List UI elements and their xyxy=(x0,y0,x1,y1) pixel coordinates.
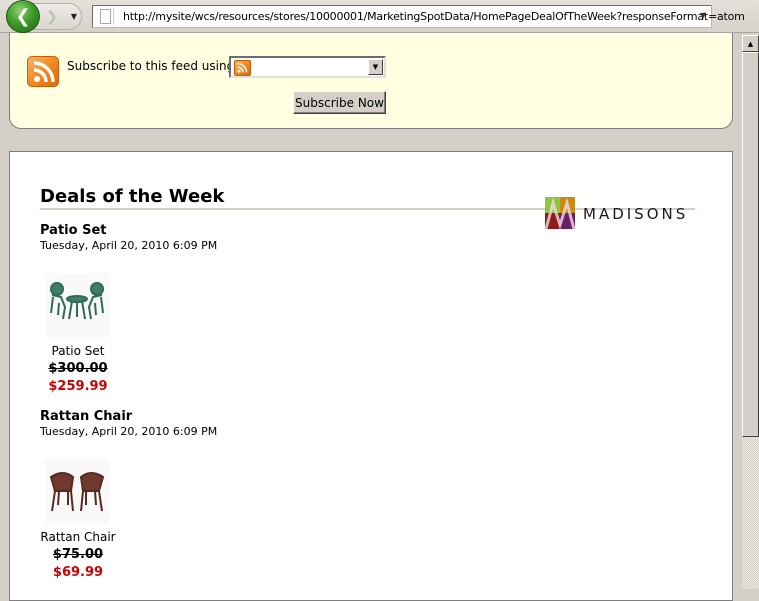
rss-feed-icon xyxy=(27,56,59,87)
browser-toolbar: ❮ ❯ ▼ http://mysite/wcs/resources/stores… xyxy=(0,0,759,33)
madisons-logo-mark-icon xyxy=(545,197,575,229)
product-name[interactable]: Patio Set xyxy=(30,344,126,358)
feed-content: Deals of the Week MADISONS Patio Set Tue… xyxy=(9,151,733,601)
madisons-logo: MADISONS xyxy=(545,197,695,229)
offer-price: $69.99 xyxy=(52,565,104,580)
list-price: $300.00 xyxy=(48,361,108,376)
offer-price: $259.99 xyxy=(48,379,108,394)
rattan-chair-image[interactable] xyxy=(45,459,109,523)
arrow-up-icon: ▲ xyxy=(747,39,754,48)
feed-reader-select[interactable]: ▼ xyxy=(229,56,386,78)
back-button[interactable]: ❮ xyxy=(6,0,40,33)
feed-subscribe-panel: Subscribe to this feed using ▼ Subscribe… xyxy=(9,33,733,129)
chevron-down-icon[interactable]: ▼ xyxy=(368,59,383,75)
list-price: $75.00 xyxy=(52,547,104,562)
deal-entry: Patio Set Tuesday, April 20, 2010 6:09 P… xyxy=(40,223,340,394)
patio-set-image[interactable] xyxy=(45,273,109,337)
deal-date: Tuesday, April 20, 2010 6:09 PM xyxy=(40,425,218,438)
url-text[interactable]: http://mysite/wcs/resources/stores/10000… xyxy=(123,10,745,23)
address-dropdown-icon[interactable]: ▼ xyxy=(700,11,706,20)
scroll-up-button[interactable]: ▲ xyxy=(742,35,759,52)
deal-entry: Rattan Chair Tuesday, April 20, 2010 6:0… xyxy=(40,409,340,580)
page-icon xyxy=(97,8,114,25)
page-title: Deals of the Week xyxy=(40,186,225,207)
logo-text: MADISONS xyxy=(583,205,689,223)
address-bar[interactable]: http://mysite/wcs/resources/stores/10000… xyxy=(92,5,745,28)
chevron-down-icon: ▼ xyxy=(70,11,78,21)
rss-feed-icon xyxy=(234,60,251,76)
subscribe-now-button[interactable]: Subscribe Now xyxy=(293,91,386,114)
forward-arrow-icon: ❯ xyxy=(46,9,58,25)
subscribe-label: Subscribe to this feed using xyxy=(67,59,235,73)
back-arrow-icon: ❮ xyxy=(15,6,31,27)
forward-button[interactable]: ❯ xyxy=(42,7,62,27)
recent-pages-dropdown[interactable]: ▼ xyxy=(69,10,79,22)
scrollbar-thumb[interactable] xyxy=(742,52,759,437)
vertical-scrollbar[interactable]: ▲ xyxy=(742,35,759,589)
deal-title[interactable]: Rattan Chair xyxy=(40,409,340,425)
product-name[interactable]: Rattan Chair xyxy=(30,530,126,544)
deal-date: Tuesday, April 20, 2010 6:09 PM xyxy=(40,239,218,252)
deal-title[interactable]: Patio Set xyxy=(40,223,340,239)
